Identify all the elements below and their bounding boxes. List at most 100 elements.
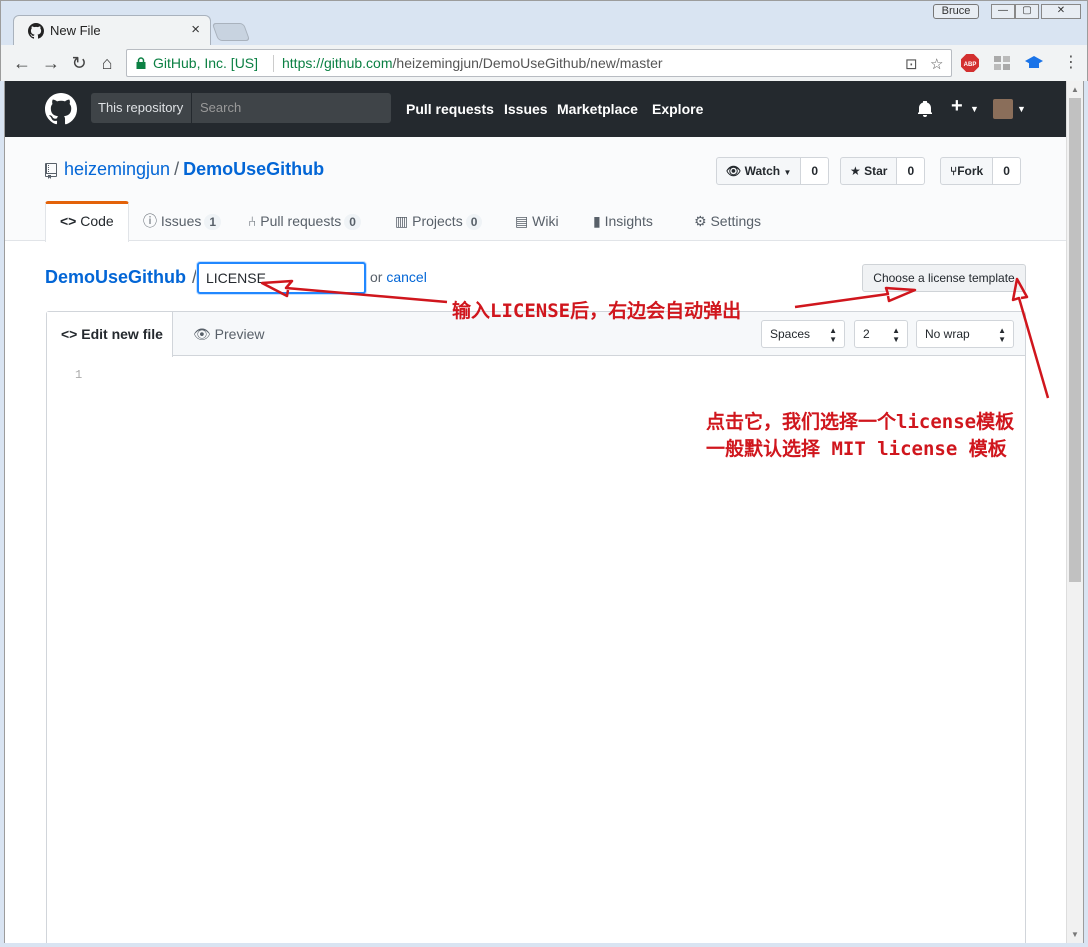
avatar-caret-icon[interactable]: ▼ — [1017, 104, 1026, 114]
repo-name-link[interactable]: DemoUseGithub — [183, 159, 324, 179]
cancel-link[interactable]: cancel — [386, 269, 426, 285]
repo-owner-link[interactable]: heizemingjun — [64, 159, 170, 179]
watch-count[interactable]: 0 — [801, 157, 830, 185]
annotation-note-1: 输入LICENSE后，右边会自动弹出 — [452, 300, 742, 322]
watch-caret-icon: ▼ — [783, 168, 792, 177]
indent-size-select[interactable]: 2 ▲ ▼ — [854, 320, 908, 348]
reload-icon[interactable]: ↻ — [68, 52, 90, 74]
scroll-down-icon[interactable]: ▼ — [1071, 930, 1079, 939]
or-cancel: or cancel — [370, 269, 427, 285]
star-count[interactable]: 0 — [897, 157, 926, 185]
github-header: This repository Search Pull requests Iss… — [5, 81, 1066, 137]
fork-button[interactable]: ⑂Fork — [940, 157, 994, 185]
bell-icon[interactable] — [918, 101, 932, 117]
search-input[interactable]: Search — [200, 93, 241, 123]
close-window-button[interactable]: ✕ — [1041, 4, 1081, 19]
tab-issues-label: Issues — [160, 213, 202, 229]
project-icon: ▥ — [395, 213, 409, 229]
header-search[interactable]: This repository Search — [91, 93, 391, 123]
star-bookmark-icon[interactable]: ☆ — [930, 55, 943, 73]
apps-grid-icon[interactable] — [993, 54, 1011, 72]
repo-header: heizemingjun / DemoUseGithub 👁 Watch ▼ 0 ★… — [5, 137, 1066, 242]
tab-preview[interactable]: 👁 Preview — [193, 312, 264, 357]
indent-mode-select[interactable]: Spaces ▲ ▼ — [761, 320, 845, 348]
tab-projects-label: Projects — [412, 213, 463, 229]
nav-pull-requests[interactable]: Pull requests — [406, 81, 494, 137]
eye-icon: 👁 — [193, 326, 211, 342]
eye-icon: 👁 — [726, 164, 742, 178]
watch-button[interactable]: 👁 Watch ▼ — [716, 157, 802, 185]
url-text: https://github.com/heizemingjun/DemoUseG… — [282, 55, 663, 71]
tab-settings-label: Settings — [710, 213, 762, 229]
minimize-button[interactable]: — — [991, 4, 1015, 19]
browser-toolbar: ← → ↻ ⌂ GitHub, Inc. [US] https://github… — [1, 45, 1087, 82]
select-arrows-icon: ▲ ▼ — [998, 326, 1006, 344]
translate-icon[interactable]: ⊡ — [905, 55, 918, 73]
profile-badge[interactable]: Bruce — [933, 4, 979, 19]
new-tab-button[interactable] — [211, 23, 251, 41]
file-editor: <> Edit new file 👁 Preview Spaces ▲ ▼ 2 ▲ ▼ … — [46, 311, 1026, 943]
indent-size-value: 2 — [863, 327, 870, 341]
page-scrollbar[interactable]: ▲ ▼ — [1066, 81, 1083, 943]
fork-group: ⑂Fork 0 — [940, 157, 1021, 185]
plus-icon[interactable]: + — [951, 95, 963, 118]
breadcrumb-repo-link[interactable]: DemoUseGithub — [45, 267, 186, 287]
adblock-icon[interactable]: ABP — [961, 54, 979, 72]
browser-chrome: New File × Bruce — ▢ ✕ ← → ↻ ⌂ GitHub, I… — [0, 0, 1088, 81]
star-button[interactable]: ★ Star — [840, 157, 898, 185]
avatar[interactable] — [993, 99, 1013, 119]
tab-wiki[interactable]: ▤ Wiki — [515, 201, 559, 242]
graduation-cap-icon[interactable] — [1025, 54, 1043, 72]
maximize-button[interactable]: ▢ — [1015, 4, 1039, 19]
lock-icon — [136, 57, 146, 69]
tab-edit-new-file[interactable]: <> Edit new file — [47, 312, 173, 357]
window-frame-bottom — [0, 943, 1088, 947]
nav-issues[interactable]: Issues — [504, 81, 548, 137]
tab-insights[interactable]: ▮ Insights — [593, 201, 653, 242]
code-icon: <> — [60, 213, 77, 229]
tab-close-icon[interactable]: × — [191, 21, 200, 38]
code-icon: <> — [61, 326, 78, 342]
choose-license-template-button[interactable]: Choose a license template — [862, 264, 1026, 292]
nav-explore[interactable]: Explore — [652, 81, 703, 137]
tab-issues[interactable]: ⓘ Issues 1 — [143, 201, 222, 242]
address-bar[interactable]: GitHub, Inc. [US] https://github.com/hei… — [126, 49, 952, 77]
pull-request-icon: ⑃ — [248, 213, 257, 229]
back-arrow-icon[interactable]: ← — [11, 52, 33, 74]
wrap-mode-value: No wrap — [925, 327, 970, 341]
projects-counter: 0 — [465, 214, 483, 230]
url-host: https://github.com — [282, 55, 393, 71]
nav-marketplace[interactable]: Marketplace — [557, 81, 638, 137]
browser-tab-title: New File — [50, 23, 101, 38]
forward-arrow-icon[interactable]: → — [40, 52, 62, 74]
site-identity: GitHub, Inc. [US] — [153, 55, 259, 71]
browser-menu-icon[interactable]: ⋮ — [1063, 52, 1079, 74]
github-logo-icon[interactable] — [45, 93, 77, 125]
github-favicon-icon — [28, 23, 44, 39]
fork-count[interactable]: 0 — [993, 157, 1021, 185]
home-icon[interactable]: ⌂ — [96, 52, 118, 74]
issues-counter: 1 — [204, 214, 222, 230]
gear-icon: ⚙ — [694, 213, 707, 229]
breadcrumb: DemoUseGithub / — [45, 267, 197, 288]
book-icon: ▤ — [515, 213, 529, 229]
scrollbar-thumb[interactable] — [1069, 98, 1081, 582]
tab-code[interactable]: <> Code — [45, 201, 129, 242]
watch-label: Watch — [744, 164, 781, 178]
graph-icon: ▮ — [593, 213, 601, 229]
scroll-up-icon[interactable]: ▲ — [1071, 85, 1079, 94]
adblock-label: ABP — [964, 62, 977, 68]
fork-label: Fork — [957, 164, 984, 178]
tab-projects[interactable]: ▥ Projects 0 — [395, 201, 483, 242]
repo-title: heizemingjun / DemoUseGithub — [64, 159, 324, 180]
tab-pull-requests[interactable]: ⑃ Pull requests 0 — [248, 201, 361, 242]
indent-mode-value: Spaces — [770, 327, 811, 341]
tab-settings[interactable]: ⚙ Settings — [694, 201, 761, 242]
browser-tab[interactable]: New File × — [13, 15, 211, 45]
plus-caret-icon[interactable]: ▼ — [970, 104, 979, 114]
filename-input[interactable]: LICENSE — [197, 262, 366, 294]
line-number: 1 — [75, 368, 83, 382]
tab-insights-label: Insights — [604, 213, 653, 229]
repo-icon — [45, 163, 57, 179]
wrap-mode-select[interactable]: No wrap ▲ ▼ — [916, 320, 1014, 348]
